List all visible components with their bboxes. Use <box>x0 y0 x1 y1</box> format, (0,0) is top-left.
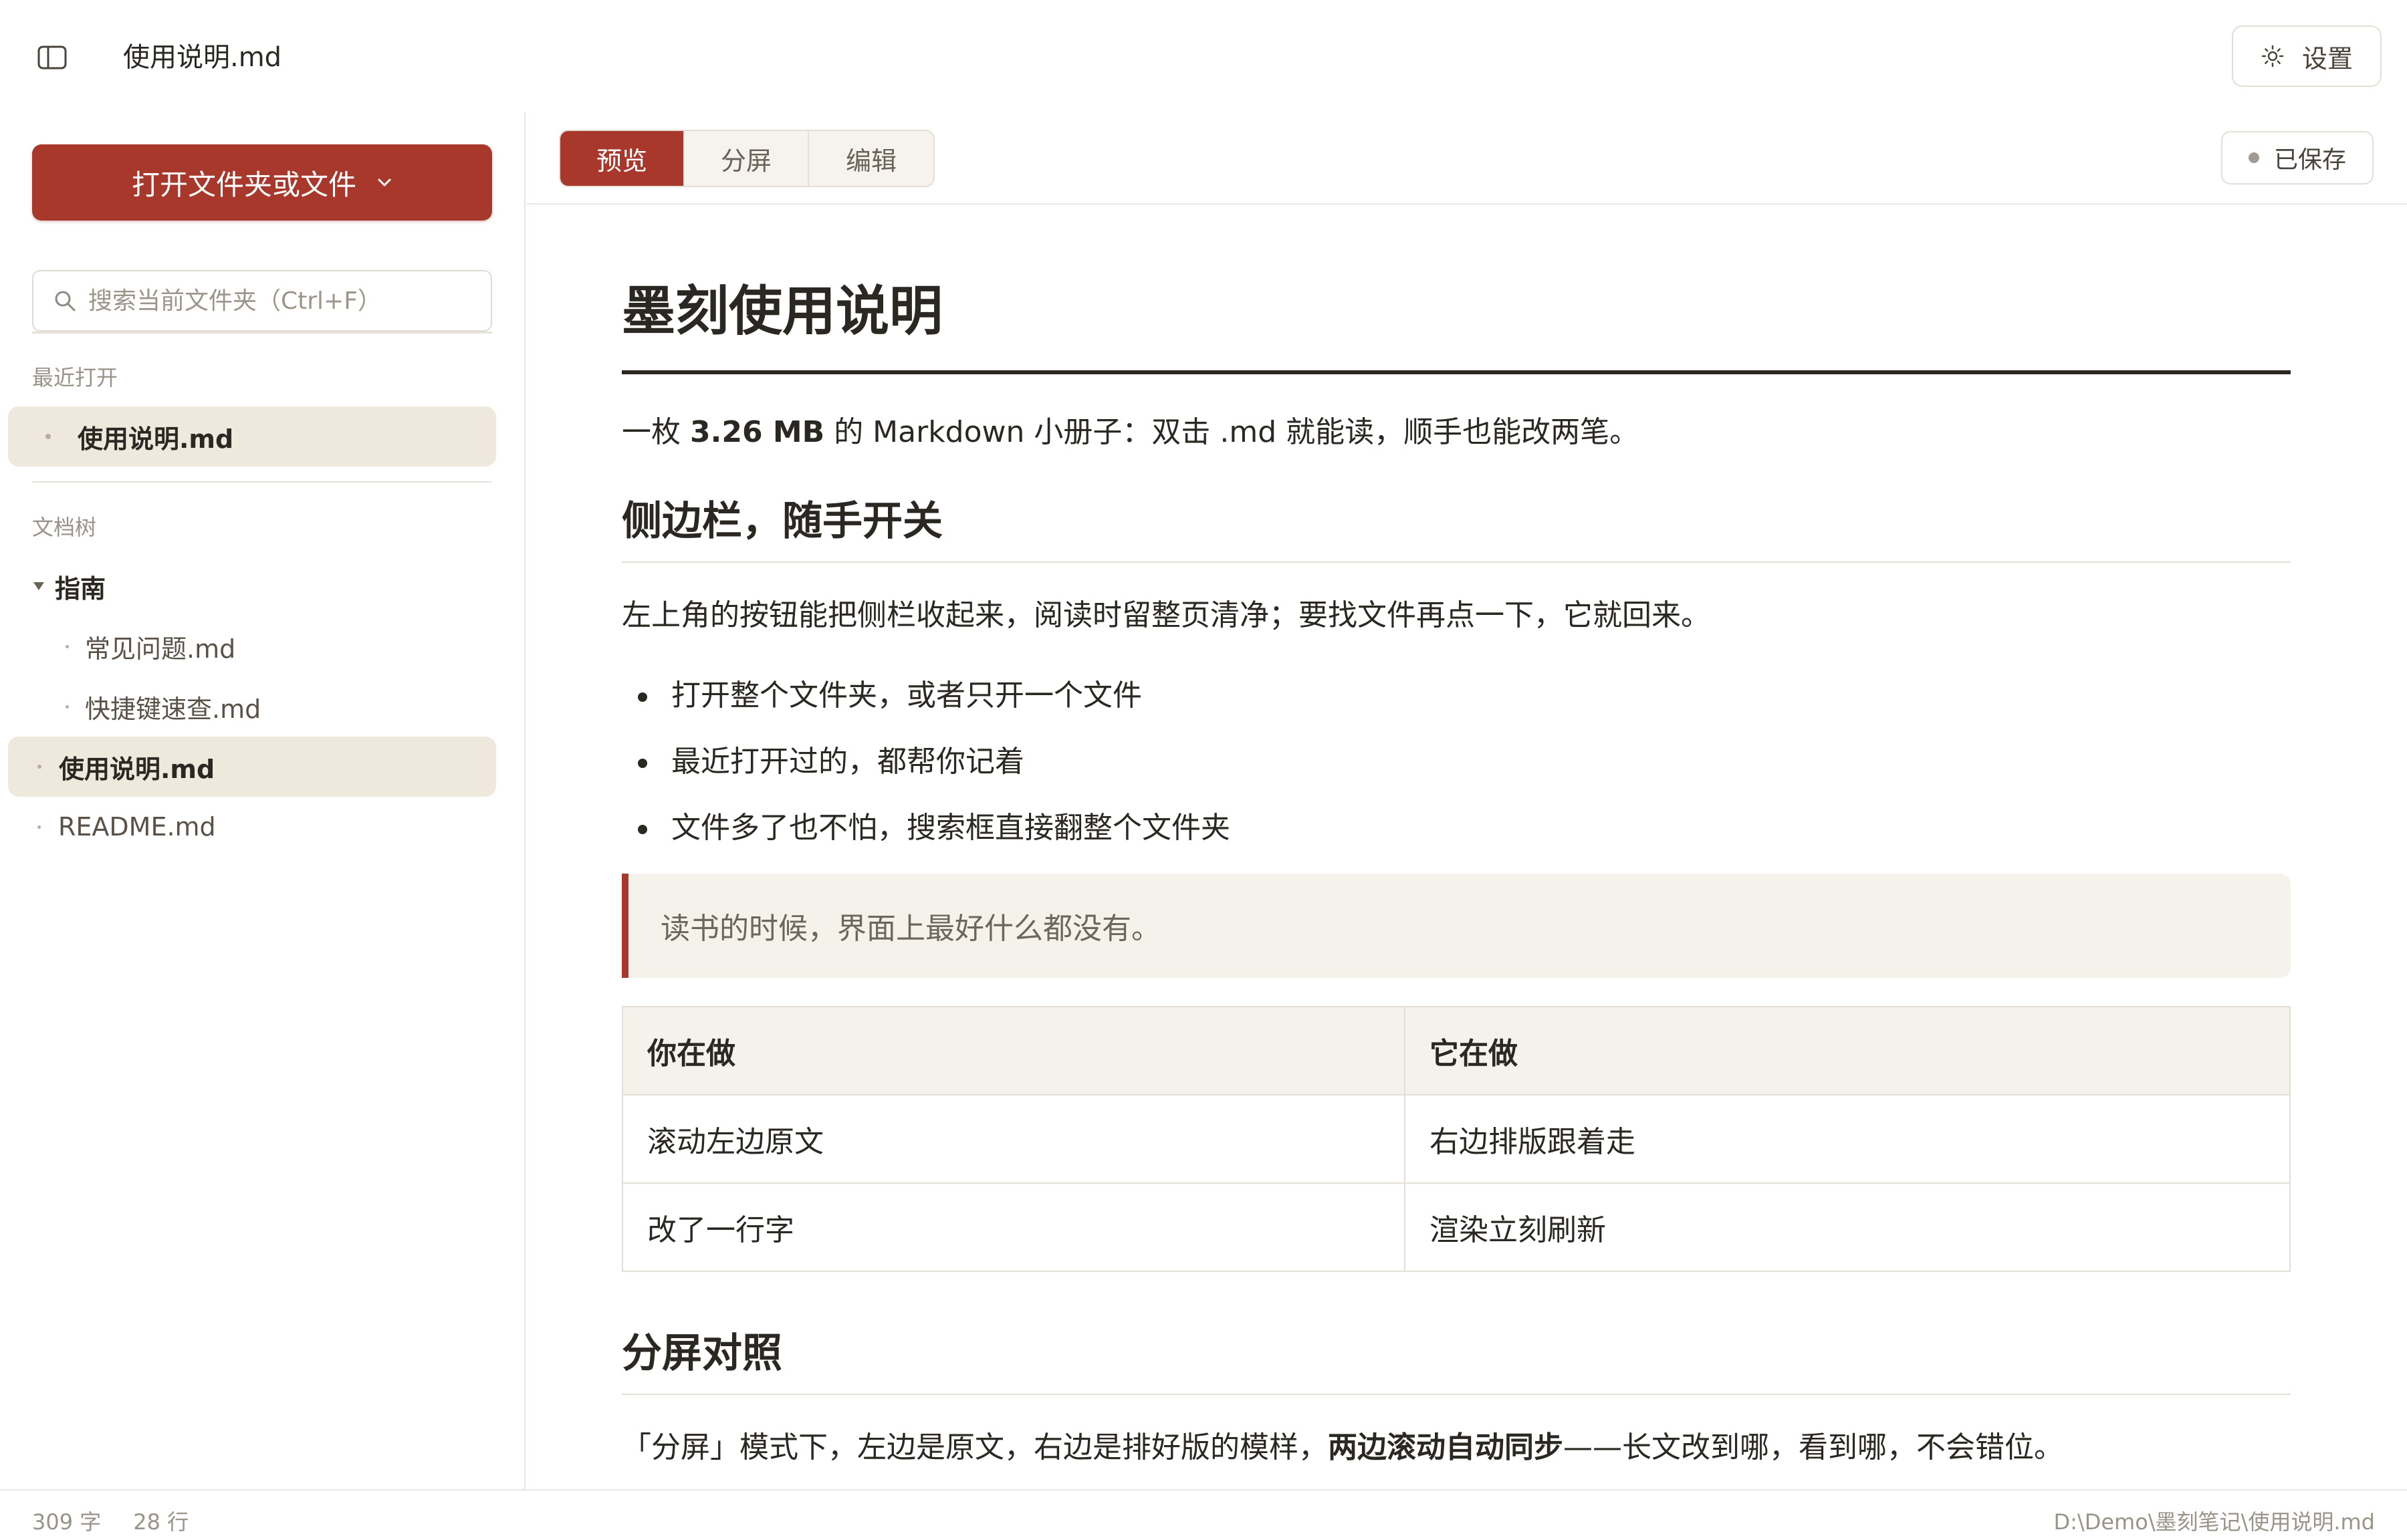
table-cell: 右边排版跟着走 <box>1404 1094 2291 1184</box>
tree-item-label: 常见问题.md <box>85 634 236 664</box>
saved-status-badge: 已保存 <box>2221 131 2374 184</box>
blockquote: 读书的时候，界面上最好什么都没有。 <box>622 874 2291 978</box>
settings-button[interactable]: 设置 <box>2232 25 2382 87</box>
table-header-row: 你在做 它在做 <box>622 1006 2291 1096</box>
feature-list: 打开整个文件夹，或者只开一个文件 最近打开过的，都帮你记着 文件多了也不怕，搜索… <box>622 675 2291 849</box>
recent-item[interactable]: 使用说明.md <box>8 406 496 467</box>
tree-item-label: README.md <box>58 812 216 842</box>
tree-item-label: 快捷键速查.md <box>85 694 261 724</box>
bullet-dot-icon <box>45 434 51 439</box>
table-row: 滚动左边原文 右边排版跟着走 <box>622 1094 2291 1184</box>
bullet-dot-icon <box>66 704 69 709</box>
tab-split[interactable]: 分屏 <box>685 131 809 186</box>
char-count: 309 字 <box>32 1509 102 1535</box>
tree-item-faq[interactable]: 常见问题.md <box>8 616 496 676</box>
line-count: 28 行 <box>133 1509 189 1535</box>
tab-preview[interactable]: 预览 <box>560 131 685 186</box>
list-item: 打开整个文件夹，或者只开一个文件 <box>622 675 2291 717</box>
tree-folder-guide[interactable]: 指南 <box>8 556 496 616</box>
main-panel: 预览 分屏 编辑 已保存 墨刻使用说明 一枚 3.26 MB 的 Markdow… <box>527 112 2407 1489</box>
sun-icon <box>2261 45 2284 68</box>
status-dot-icon <box>2248 152 2259 163</box>
tree-item-label: 使用说明.md <box>59 754 215 784</box>
view-mode-tabs: 预览 分屏 编辑 <box>559 130 935 187</box>
saved-label: 已保存 <box>2273 146 2346 174</box>
table-cell: 滚动左边原文 <box>622 1094 1405 1184</box>
section-rule <box>622 1394 2291 1395</box>
search-input[interactable] <box>88 287 489 315</box>
search-field[interactable] <box>32 270 492 332</box>
sidebar-paragraph: 左上角的按钮能把侧栏收起来，阅读时留整页清净；要找文件再点一下，它就回来。 <box>622 598 1710 632</box>
sidebar: 打开文件夹或文件 最近打开 使用说明.md 文档树 指南 <box>0 112 526 1489</box>
section-divider <box>32 481 492 483</box>
tree-item-shortcuts[interactable]: 快捷键速查.md <box>8 676 496 737</box>
document-title: 使用说明.md <box>123 42 282 73</box>
section-rule <box>622 561 2291 563</box>
document-heading: 墨刻使用说明 <box>622 280 943 342</box>
tree-item-readme[interactable]: README.md <box>8 797 496 857</box>
tab-edit[interactable]: 编辑 <box>809 131 933 186</box>
list-item: 文件多了也不怕，搜索框直接翻整个文件夹 <box>622 807 2291 849</box>
recent-item-label: 使用说明.md <box>78 424 234 454</box>
intro-paragraph: 一枚 3.26 MB 的 Markdown 小册子：双击 .md 就能读，顺手也… <box>622 415 1639 449</box>
document-preview[interactable]: 墨刻使用说明 一枚 3.26 MB 的 Markdown 小册子：双击 .md … <box>622 273 2291 1489</box>
bullet-dot-icon <box>37 825 41 829</box>
bullet-dot-icon <box>37 765 41 769</box>
app-window: 使用说明.md 设置 打开文件夹或文件 搜索当前文件夹（Ctrl+F） 最近打开… <box>0 0 2407 1540</box>
recent-section-label: 最近打开 <box>32 365 118 390</box>
settings-label: 设置 <box>2301 43 2353 74</box>
list-item: 最近打开过的，都帮你记着 <box>622 741 2291 783</box>
search-icon <box>55 291 76 311</box>
table-header: 你在做 <box>622 1006 1405 1096</box>
file-path: D:\Demo\墨刻笔记\使用说明.md <box>2053 1509 2375 1535</box>
section-heading-split: 分屏对照 <box>622 1330 782 1377</box>
heading-rule <box>622 370 2291 374</box>
open-folder-or-file-button[interactable]: 打开文件夹或文件 <box>32 144 492 221</box>
tree-section-label: 文档树 <box>32 515 97 540</box>
top-bar: 使用说明.md 设置 <box>0 0 2407 112</box>
split-paragraph: 「分屏」模式下，左边是原文，右边是排好版的模样，两边滚动自动同步——长文改到哪，… <box>622 1430 2063 1464</box>
view-toolbar: 预览 分屏 编辑 已保存 <box>527 112 2407 205</box>
table-row: 改了一行字 渲染立刻刷新 <box>622 1182 2291 1272</box>
search-divider <box>32 332 492 334</box>
table-header: 它在做 <box>1404 1006 2291 1096</box>
sidebar-toggle-icon[interactable] <box>35 40 70 75</box>
bullet-dot-icon <box>66 644 69 648</box>
triangle-down-icon <box>33 582 44 590</box>
doc-table: 你在做 它在做 滚动左边原文 右边排版跟着走 改了一行字 渲染立刻刷新 <box>622 1006 2291 1272</box>
tree-item-manual[interactable]: 使用说明.md <box>8 737 496 797</box>
section-heading-sidebar: 侧边栏，随手开关 <box>622 498 943 545</box>
open-button-label: 打开文件夹或文件 <box>131 168 356 201</box>
table-cell: 改了一行字 <box>622 1182 1405 1272</box>
status-bar: 309 字 28 行 D:\Demo\墨刻笔记\使用说明.md <box>0 1489 2407 1540</box>
status-stats: 309 字 28 行 <box>32 1505 189 1536</box>
table-cell: 渲染立刻刷新 <box>1404 1182 2291 1272</box>
tree-folder-label: 指南 <box>55 573 106 604</box>
chevron-down-icon <box>378 178 391 186</box>
